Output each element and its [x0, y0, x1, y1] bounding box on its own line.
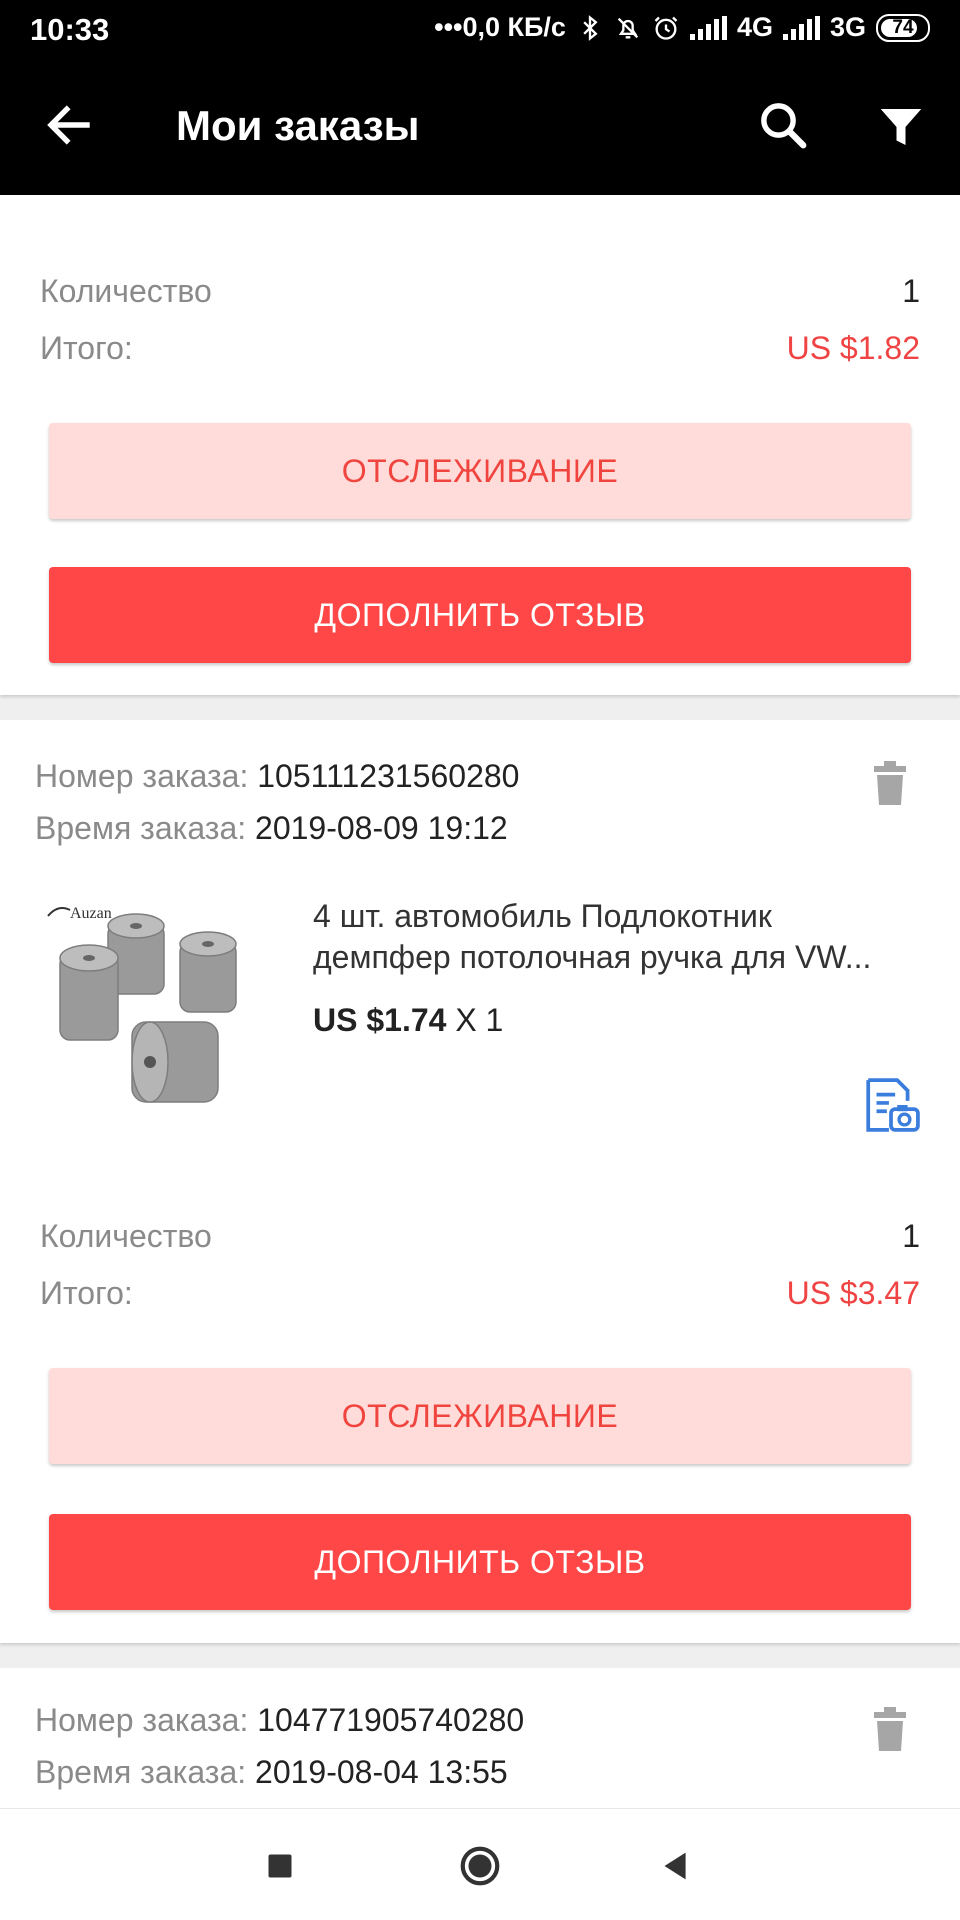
product-title[interactable]: 4 шт. автомобиль Подлокотник демпфер пот…	[313, 896, 925, 978]
triangle-back-icon[interactable]	[653, 1843, 699, 1889]
search-icon[interactable]	[756, 98, 810, 152]
order-snapshot-icon[interactable]	[862, 1076, 920, 1134]
order-number-label: Номер заказа:	[35, 1702, 249, 1738]
page-title: Мои заказы	[176, 102, 420, 149]
tracking-button[interactable]: ОТСЛЕЖИВАНИЕ	[49, 423, 911, 519]
order-number-value: 105111231560280	[257, 758, 520, 794]
status-bar: 10:33 •••0,0 КБ/с 4G 3G 74	[0, 0, 960, 58]
total-label: Итого:	[40, 1275, 133, 1311]
brand-logo-text: Auzan	[70, 905, 112, 922]
order-card: Количество 1 Итого: US $1.82 ОТСЛЕЖИВАНИ…	[0, 195, 960, 695]
total-value: US $3.47	[786, 1275, 920, 1311]
signal-bars-icon	[782, 15, 820, 40]
order-time-label: Время заказа:	[35, 810, 247, 846]
order-time: Время заказа: 2019-08-09 19:12	[35, 810, 508, 847]
product-title-line2: демпфер потолочная ручка для VW...	[313, 939, 872, 975]
total-value: US $1.82	[786, 330, 920, 366]
battery-level: 74	[892, 16, 914, 38]
status-time: 10:33	[30, 12, 110, 47]
order-card: Номер заказа: 104771905740280 Время зака…	[0, 1668, 960, 1808]
unit-price: US $1.74	[313, 1002, 447, 1038]
total-row: Итого: US $3.47	[40, 1275, 920, 1315]
system-nav-bar	[0, 1808, 960, 1920]
quantity-label: Количество	[40, 273, 212, 309]
battery-icon: 74	[876, 13, 930, 42]
order-card: Номер заказа: 105111231560280 Время зака…	[0, 720, 960, 1643]
trash-icon[interactable]	[870, 1706, 910, 1754]
quantity-label: Количество	[40, 1218, 212, 1254]
network-type-3g: 3G	[829, 12, 866, 42]
trash-icon[interactable]	[870, 760, 910, 808]
tracking-button[interactable]: ОТСЛЕЖИВАНИЕ	[49, 1368, 911, 1464]
app-bar: Мои заказы	[0, 58, 960, 195]
status-icons: •••0,0 КБ/с 4G 3G 74	[434, 12, 930, 43]
quantity-row: Количество 1	[40, 273, 920, 313]
product-image[interactable]: Auzan	[40, 882, 280, 1127]
order-time-value: 2019-08-04 13:55	[255, 1754, 508, 1790]
bell-off-icon	[617, 17, 639, 38]
order-number-value: 104771905740280	[257, 1702, 525, 1738]
product-title-line1: 4 шт. автомобиль Подлокотник	[313, 898, 772, 934]
add-review-button[interactable]: ДОПОЛНИТЬ ОТЗЫВ	[49, 1514, 911, 1610]
arrow-left-icon[interactable]	[42, 98, 96, 152]
order-number-label: Номер заказа:	[35, 758, 249, 794]
network-type-4g: 4G	[736, 12, 773, 42]
quantity-value: 1	[902, 1218, 920, 1254]
total-row: Итого: US $1.82	[40, 330, 920, 370]
order-time: Время заказа: 2019-08-04 13:55	[35, 1754, 508, 1791]
order-number: Номер заказа: 105111231560280	[35, 758, 519, 795]
quantity-row: Количество 1	[40, 1218, 920, 1258]
order-number: Номер заказа: 104771905740280	[35, 1702, 524, 1739]
product-price: US $1.74 X 1	[313, 1002, 503, 1039]
add-review-button[interactable]: ДОПОЛНИТЬ ОТЗЫВ	[49, 567, 911, 663]
product-photo-icon: Auzan	[47, 905, 237, 1103]
alarm-icon	[654, 16, 678, 40]
circle-icon[interactable]	[457, 1843, 503, 1889]
order-time-value: 2019-08-09 19:12	[255, 810, 508, 846]
order-time-label: Время заказа:	[35, 1754, 247, 1790]
network-speed: •••0,0 КБ/с	[434, 12, 566, 42]
square-icon[interactable]	[257, 1843, 303, 1889]
total-label: Итого:	[40, 330, 133, 366]
filter-icon[interactable]	[874, 100, 928, 154]
bluetooth-icon	[583, 14, 598, 41]
unit-quantity: X 1	[455, 1002, 504, 1038]
quantity-value: 1	[902, 273, 920, 309]
signal-bars-icon	[689, 15, 727, 40]
top-bar: 10:33 •••0,0 КБ/с 4G 3G 74 Мои заказы	[0, 0, 960, 195]
